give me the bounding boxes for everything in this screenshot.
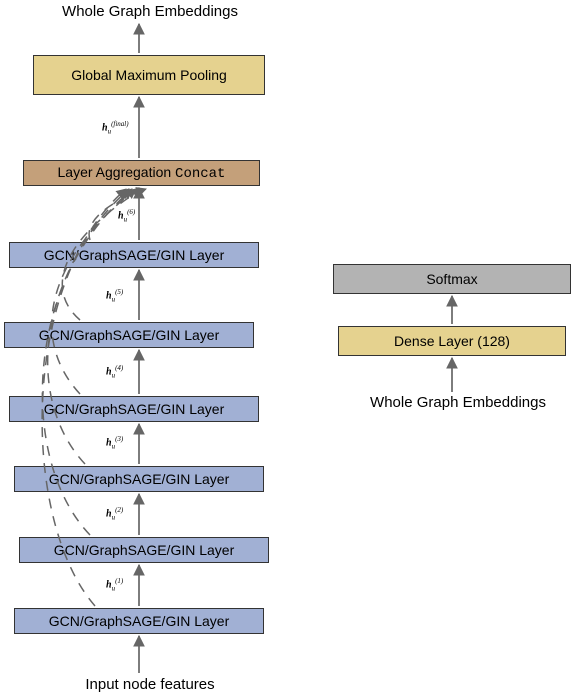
agg-text: Layer Aggregation Concat	[58, 164, 226, 182]
agg-prefix: Layer Aggregation	[58, 164, 176, 180]
gnn-layer-4: GCN/GraphSAGE/GIN Layer	[9, 396, 259, 422]
gnn-layer-2: GCN/GraphSAGE/GIN Layer	[19, 537, 269, 563]
pooling-label: Global Maximum Pooling	[71, 67, 227, 83]
gnn-layer-6-label: GCN/GraphSAGE/GIN Layer	[44, 247, 225, 263]
h-final-label: hu(final)	[102, 120, 129, 135]
whole-graph-embeddings-bottom-label: Whole Graph Embeddings	[358, 394, 558, 411]
h5-label: hu(5)	[106, 288, 123, 303]
gnn-layer-1: GCN/GraphSAGE/GIN Layer	[14, 608, 264, 634]
dense-block: Dense Layer (128)	[338, 326, 566, 356]
h2-label: hu(2)	[106, 506, 123, 521]
h6-label: hu(6)	[118, 208, 135, 223]
gnn-layer-3: GCN/GraphSAGE/GIN Layer	[14, 466, 264, 492]
input-node-features-label: Input node features	[60, 676, 240, 693]
gnn-layer-5: GCN/GraphSAGE/GIN Layer	[4, 322, 254, 348]
gnn-layer-3-label: GCN/GraphSAGE/GIN Layer	[49, 471, 230, 487]
h4-label: hu(4)	[106, 364, 123, 379]
h1-label: hu(1)	[106, 577, 123, 592]
whole-graph-embeddings-top-label: Whole Graph Embeddings	[40, 3, 260, 20]
gnn-layer-1-label: GCN/GraphSAGE/GIN Layer	[49, 613, 230, 629]
softmax-block: Softmax	[333, 264, 571, 294]
gnn-layer-4-label: GCN/GraphSAGE/GIN Layer	[44, 401, 225, 417]
dense-label: Dense Layer (128)	[394, 333, 510, 349]
pooling-block: Global Maximum Pooling	[33, 55, 265, 95]
softmax-label: Softmax	[426, 271, 477, 287]
gnn-layer-6: GCN/GraphSAGE/GIN Layer	[9, 242, 259, 268]
gnn-layer-5-label: GCN/GraphSAGE/GIN Layer	[39, 327, 220, 343]
h3-label: hu(3)	[106, 435, 123, 450]
agg-suffix: Concat	[175, 166, 225, 182]
gnn-layer-2-label: GCN/GraphSAGE/GIN Layer	[54, 542, 235, 558]
layer-aggregation-block: Layer Aggregation Concat	[23, 160, 260, 186]
